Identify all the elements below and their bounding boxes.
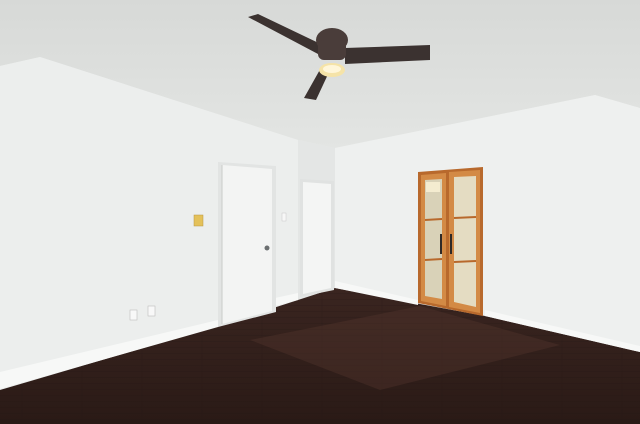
hallway-door[interactable] bbox=[300, 179, 334, 297]
bedroom-scene bbox=[0, 0, 640, 424]
french-doors[interactable] bbox=[418, 167, 483, 316]
wall-outlet-icon bbox=[129, 309, 138, 321]
light-switch-icon[interactable] bbox=[193, 214, 204, 227]
room-photo bbox=[0, 0, 640, 424]
closet-door[interactable] bbox=[218, 162, 276, 327]
door-knob-icon[interactable] bbox=[264, 245, 270, 251]
